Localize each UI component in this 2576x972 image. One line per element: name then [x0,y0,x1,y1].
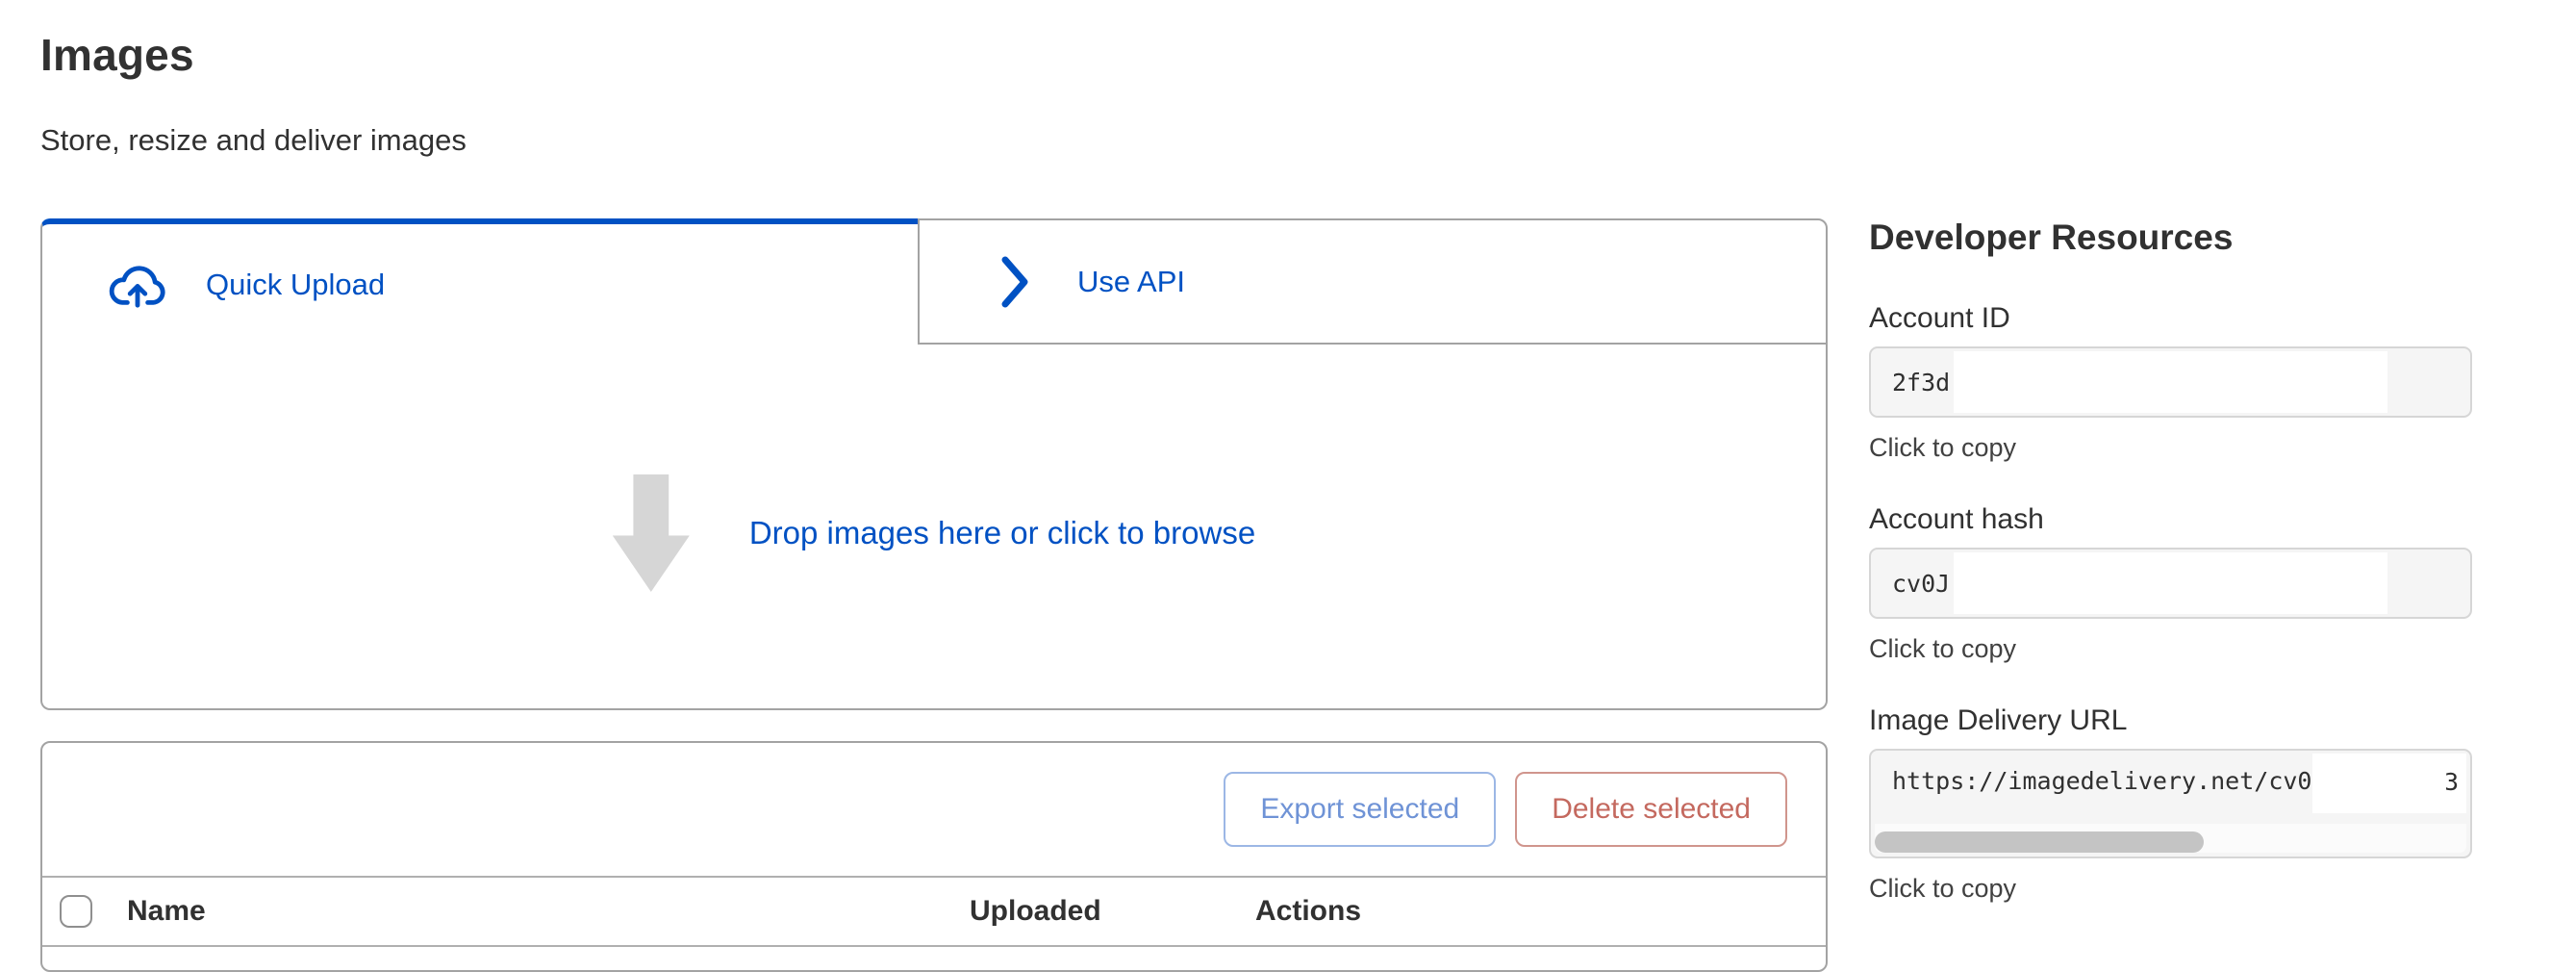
column-header-name: Name [127,895,970,928]
image-dropzone[interactable]: Drop images here or click to browse [40,345,1828,710]
account-hash-label: Account hash [1869,503,2472,536]
dropzone-label: Drop images here or click to browse [749,515,1255,551]
down-arrow-icon [613,474,690,592]
account-id-value-box[interactable]: 2f3d [1869,346,2472,418]
tab-quick-upload-label: Quick Upload [206,268,385,302]
image-delivery-url-value: https://imagedelivery.net/cv0JSj [1892,751,2356,812]
cloud-upload-icon [106,262,171,308]
upload-tabs: Quick Upload Use API [40,218,1828,345]
click-to-copy-hint: Click to copy [1869,874,2472,904]
select-all-cell [42,895,127,928]
click-to-copy-hint: Click to copy [1869,634,2472,664]
table-toolbar: Export selected Delete selected [42,743,1826,878]
images-table-panel: Export selected Delete selected Name Upl… [40,741,1828,972]
tab-use-api-label: Use API [1077,265,1185,299]
account-id-resource: Account ID 2f3d Click to copy [1869,302,2472,463]
redacted-value-overlay [1954,351,2387,413]
redacted-value-overlay [2312,754,2466,813]
image-delivery-url-resource: Image Delivery URL https://imagedelivery… [1869,704,2472,904]
developer-resources-panel: Developer Resources Account ID 2f3d Clic… [1869,214,2472,904]
column-header-uploaded: Uploaded [970,895,1255,928]
export-selected-button[interactable]: Export selected [1224,772,1496,847]
delete-selected-button[interactable]: Delete selected [1515,772,1787,847]
table-header-row: Name Uploaded Actions [42,878,1826,947]
image-delivery-url-value-box[interactable]: https://imagedelivery.net/cv0JSj 3 [1869,749,2472,858]
redaction-edge-fragment: 3 [2446,768,2459,801]
account-hash-value: cv0J [1892,570,1950,598]
column-header-actions: Actions [1255,895,1826,928]
image-delivery-url-label: Image Delivery URL [1869,704,2472,737]
horizontal-scrollbar-thumb[interactable] [1875,831,2204,853]
upload-panel: Quick Upload Use API Drop images here or… [40,218,1828,710]
redacted-value-overlay [1954,552,2387,614]
account-hash-value-box[interactable]: cv0J [1869,548,2472,619]
tab-use-api[interactable]: Use API [918,218,1828,345]
account-id-label: Account ID [1869,302,2472,335]
page-title: Images [40,29,467,81]
account-id-value: 2f3d [1892,369,1950,396]
developer-resources-title: Developer Resources [1869,214,2472,262]
account-hash-resource: Account hash cv0J Click to copy [1869,503,2472,664]
page-subtitle: Store, resize and deliver images [40,123,467,158]
select-all-checkbox[interactable] [60,895,92,928]
click-to-copy-hint: Click to copy [1869,433,2472,463]
page-header: Images Store, resize and deliver images [40,29,467,158]
tab-quick-upload[interactable]: Quick Upload [40,218,918,345]
chevron-right-icon [1000,255,1031,309]
